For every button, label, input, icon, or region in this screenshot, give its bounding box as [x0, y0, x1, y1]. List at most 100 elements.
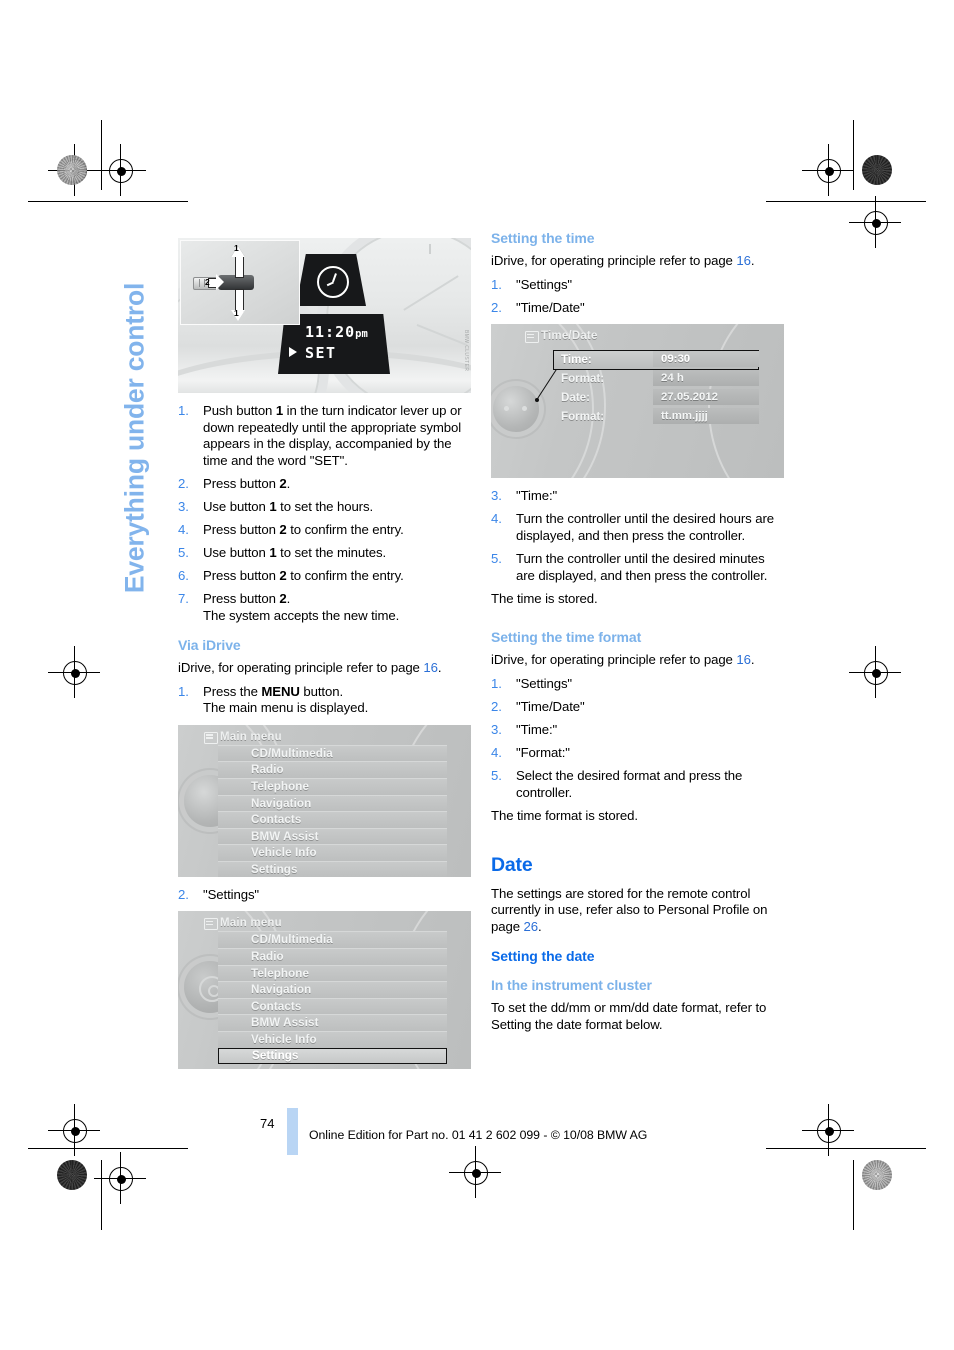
step-number: 6.	[178, 568, 189, 584]
heading-in-instrument-cluster: In the instrument cluster	[491, 977, 652, 994]
registration-mark-bottom-left	[94, 1152, 146, 1204]
footer-imprint: Online Edition for Part no. 01 41 2 602 …	[309, 1128, 648, 1142]
menu-item[interactable]: Telephone	[218, 778, 447, 795]
heading-via-idrive: Via iDrive	[178, 637, 241, 654]
figure-main-menu-settings-selected: Main menu CD/Multimedia Radio Telephone Nav…	[178, 911, 471, 1070]
menu-item[interactable]: Navigation	[218, 981, 447, 998]
menu-item[interactable]: Radio	[218, 761, 447, 778]
step-text: "Settings"	[203, 886, 260, 902]
step-text: "Time:"	[516, 722, 558, 738]
in-cluster-body: To set the dd/mm or mm/dd date format, r…	[491, 1000, 767, 1032]
heading-setting-the-date: Setting the date	[491, 948, 595, 965]
step-number: 1.	[491, 675, 502, 691]
step-text: "Format:"	[516, 745, 570, 761]
color-patch-bottom-right	[862, 1160, 892, 1190]
registration-mark-top-left-inner	[94, 144, 146, 196]
manual-page: Everything under control 11:20pm SET 1 1…	[0, 0, 954, 1350]
step-number: 1.	[178, 683, 189, 699]
menu-item[interactable]: Contacts	[218, 997, 447, 1015]
steps-setting-time-after: 3. "Time:" 4. Turn the controller until the…	[491, 488, 785, 584]
clock-icon	[317, 266, 349, 298]
time-date-label: Date:	[561, 391, 590, 405]
step-number: 2.	[178, 475, 189, 491]
button-number: 2	[279, 475, 287, 491]
heading-setting-the-time: Setting the time	[491, 230, 595, 246]
step-text: "Settings"	[516, 276, 573, 292]
intro-a: iDrive, for operating principle refer to…	[491, 253, 737, 268]
steps-instrument-cluster: 1. Push button 1 in the turn indicator le…	[178, 403, 472, 625]
menu-item[interactable]: Vehicle Info	[218, 1030, 447, 1048]
list-item: 3. Use button 1 to set the hours.	[178, 499, 472, 516]
crop-line-right-top-h	[766, 201, 926, 202]
time-format-stored-note: The time format is stored.	[491, 808, 638, 823]
crop-line-left-bottom-h	[28, 1148, 188, 1149]
list-item: 3. "Time:"	[491, 722, 785, 739]
menu-item[interactable]: BMW Assist	[218, 1014, 447, 1031]
menu-item[interactable]: Radio	[218, 948, 447, 965]
menu-item[interactable]: Vehicle Info	[218, 844, 447, 861]
steps-setting-time-format: 1. "Settings" 2. "Time/Date" 3. "Time:" 4. "For…	[491, 676, 785, 802]
step-text: Use button	[203, 498, 270, 514]
list-item: 1. "Settings"	[491, 277, 785, 294]
menu-item[interactable]: Settings	[218, 860, 447, 877]
time-date-value[interactable]: tt.mm.jjjj	[653, 408, 759, 425]
step-text-a: Press the	[203, 683, 262, 699]
running-head-label: Everything under control	[119, 282, 150, 594]
menu-item[interactable]: Navigation	[218, 794, 447, 812]
crop-line-top-left-v	[101, 120, 102, 190]
step-number: 3.	[491, 722, 502, 738]
intro-a: iDrive, for operating principle refer to…	[491, 652, 737, 668]
right-column: Setting the time iDrive, for operating p…	[491, 230, 785, 1041]
main-menu-title: Main menu	[220, 730, 282, 743]
menu-item[interactable]: Telephone	[218, 964, 447, 982]
idrive-screen-timedate: Time/Date Time: 09:30 Format: 24 h Date: 27.0…	[491, 324, 784, 479]
page-ref-16-right-format[interactable]: 16	[736, 652, 751, 667]
heading-date: Date	[491, 853, 533, 876]
step-text: Select the desired format and press the …	[516, 768, 743, 800]
page-ref-16-left[interactable]: 16	[423, 660, 438, 675]
step-number: 5.	[491, 551, 502, 567]
dial-ticks-right	[429, 244, 431, 254]
registration-mark-left-upper	[48, 646, 100, 698]
time-date-value[interactable]: 27.05.2012	[653, 389, 759, 406]
steps-via-idrive-1: 1. Press the MENU button. The main menu …	[178, 684, 472, 717]
menu-item[interactable]: CD/Multimedia	[218, 744, 447, 762]
list-item: 2. "Settings"	[178, 887, 472, 904]
step-text: Use button	[203, 545, 270, 561]
step-number: 3.	[178, 498, 189, 514]
menu-item-selected[interactable]: Settings	[218, 1047, 447, 1064]
step-number: 2.	[491, 299, 502, 315]
main-menu-title-2: Main menu	[220, 917, 282, 930]
menu-item[interactable]: Contacts	[218, 811, 447, 828]
crop-line-left-top-h	[28, 201, 188, 202]
crop-line-top-right-v	[853, 120, 854, 190]
callout-2: 2	[205, 277, 210, 287]
left-column: 11:20pm SET 1 1 2 BMW CLUSTER 1. Push but…	[178, 230, 472, 1079]
lever-press-arrow-icon	[208, 274, 224, 290]
page-ref-26[interactable]: 26	[524, 919, 539, 934]
cluster-symbol-display	[296, 254, 366, 306]
controller-knob-icon-timedate	[493, 386, 539, 433]
menu-item[interactable]: CD/Multimedia	[218, 931, 447, 948]
color-patch-top-right	[862, 155, 892, 185]
menu-item[interactable]: BMW Assist	[218, 827, 447, 845]
running-head: Everything under control	[113, 236, 157, 640]
page-ref-16-right-time[interactable]: 16	[736, 253, 751, 268]
list-item: 4. Turn the controller until the desired …	[491, 511, 785, 544]
step-number: 5.	[491, 768, 502, 784]
button-number: 1	[269, 545, 277, 561]
main-menu-list-2[interactable]: CD/Multimedia Radio Telephone Navigation Con…	[218, 931, 447, 1064]
time-date-value[interactable]: 09:30	[653, 351, 759, 368]
step-text: "Time:"	[516, 488, 558, 504]
main-menu-list[interactable]: CD/Multimedia Radio Telephone Navigation Con…	[218, 744, 447, 877]
via-idrive-intro-b: .	[437, 660, 442, 676]
time-date-value[interactable]: 24 h	[653, 370, 759, 387]
step-text-b: button.	[299, 683, 344, 699]
color-patch-bottom-left	[57, 1160, 87, 1190]
list-item: 5. Turn the controller until the desired …	[491, 551, 785, 584]
setting-time-intro: iDrive, for operating principle refer to…	[491, 253, 785, 270]
list-item: 5. Use button 1 to set the minutes.	[178, 545, 472, 562]
step-text: "Settings"	[516, 675, 573, 691]
clock-settings-icon	[525, 331, 539, 344]
